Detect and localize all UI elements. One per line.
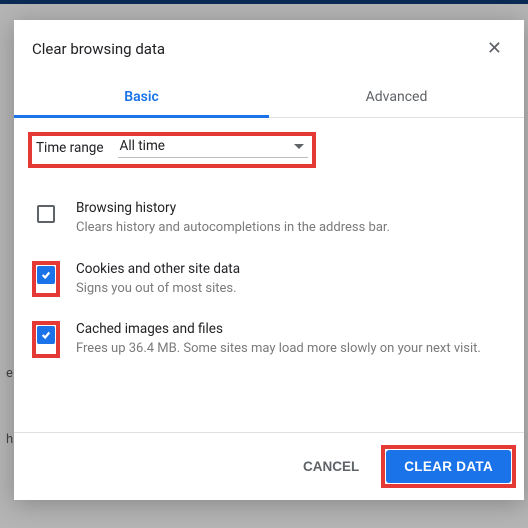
chevron-down-icon <box>294 144 304 149</box>
option-title: Cookies and other site data <box>76 261 240 277</box>
time-range-value: All time <box>120 138 165 154</box>
dialog-title: Clear browsing data <box>32 40 165 58</box>
option-description: Frees up 36.4 MB. Some sites may load mo… <box>76 340 481 358</box>
checkbox-browsing-history[interactable] <box>37 205 55 223</box>
checkbox-cache[interactable] <box>37 326 55 344</box>
dialog-body: Time range All time Browsing history Cle… <box>14 118 524 432</box>
tab-advanced[interactable]: Advanced <box>269 79 524 117</box>
tab-basic[interactable]: Basic <box>14 79 269 117</box>
checkbox-cookies[interactable] <box>37 266 55 284</box>
option-description: Signs you out of most sites. <box>76 280 240 298</box>
option-cookies: Cookies and other site data Signs you ou… <box>28 253 510 314</box>
option-cache: Cached images and files Frees up 36.4 MB… <box>28 313 510 374</box>
close-icon[interactable]: ✕ <box>483 36 506 61</box>
clear-browsing-data-dialog: Clear browsing data ✕ Basic Advanced Tim… <box>14 20 524 500</box>
option-browsing-history: Browsing history Clears history and auto… <box>28 192 510 253</box>
clear-data-button[interactable]: CLEAR DATA <box>386 450 511 483</box>
option-description: Clears history and autocompletions in th… <box>76 219 390 237</box>
time-range-label: Time range <box>36 140 104 158</box>
dialog-header: Clear browsing data ✕ <box>14 20 524 79</box>
option-title: Browsing history <box>76 200 390 216</box>
option-text: Cookies and other site data Signs you ou… <box>76 261 240 298</box>
cancel-button[interactable]: CANCEL <box>289 451 373 482</box>
check-icon <box>41 330 51 340</box>
option-text: Browsing history Clears history and auto… <box>76 200 390 237</box>
time-range-select[interactable]: All time <box>118 138 308 158</box>
time-range-row: Time range All time <box>28 132 316 168</box>
option-text: Cached images and files Frees up 36.4 MB… <box>76 321 481 358</box>
check-icon <box>41 270 51 280</box>
tabs: Basic Advanced <box>14 79 524 118</box>
option-title: Cached images and files <box>76 321 481 337</box>
dialog-footer: CANCEL CLEAR DATA <box>14 432 524 500</box>
